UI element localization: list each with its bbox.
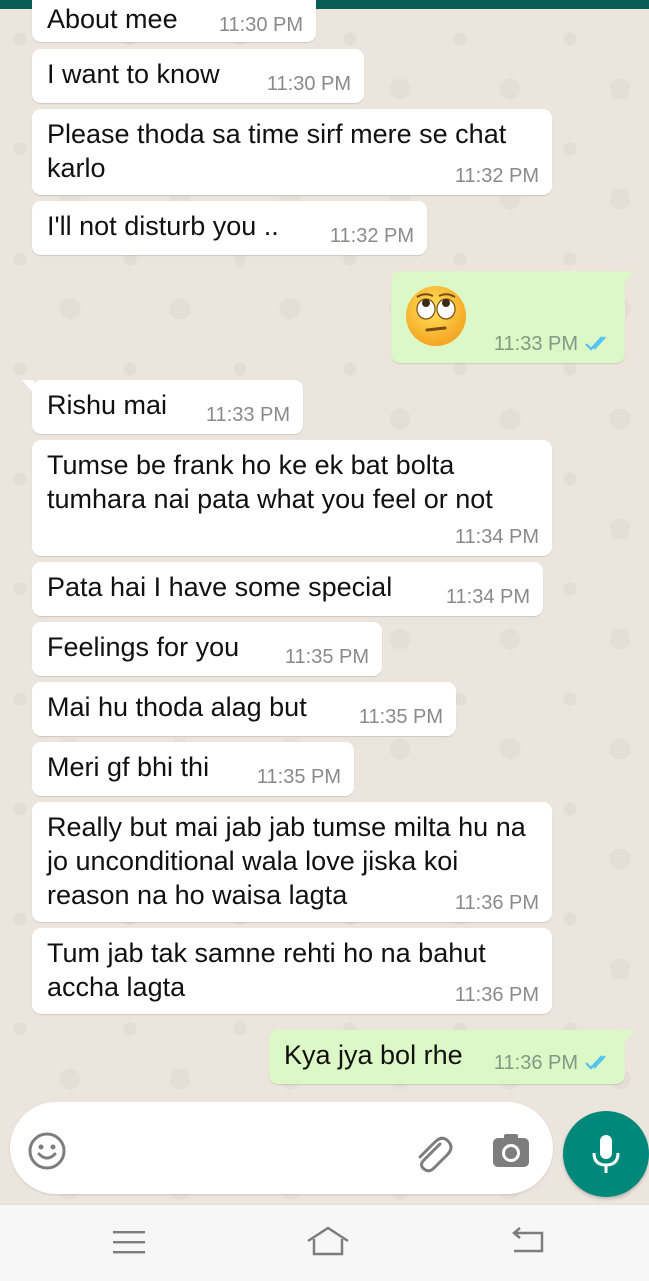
message-time: 11:35 PM — [358, 706, 443, 728]
message-time: 11:30 PM — [218, 14, 303, 36]
message-bubble[interactable]: Pata hai I have some special 11:34 PM — [32, 562, 543, 616]
attach-icon[interactable] — [410, 1132, 454, 1176]
message-text: Tumse be frank ho ke ek bat bolta tumhar… — [47, 450, 493, 514]
message-time: 11:32 PM — [454, 165, 539, 187]
system-navigation-bar — [0, 1204, 649, 1281]
message-composer — [10, 1102, 553, 1194]
mic-icon — [592, 1135, 620, 1173]
message-time: 11:36 PM — [494, 1052, 612, 1075]
message-time: 11:35 PM — [256, 766, 341, 788]
message-bubble-outgoing[interactable]: Kya jya bol rhe 11:36 PM — [269, 1030, 635, 1084]
voice-record-button[interactable] — [563, 1111, 649, 1197]
message-time: 11:33 PM — [494, 333, 612, 356]
camera-icon[interactable] — [492, 1134, 530, 1168]
message-bubble[interactable]: Please thoda sa time sirf mere se chat k… — [32, 109, 552, 195]
face-with-rolling-eyes-emoji — [406, 286, 466, 346]
message-time: 11:36 PM — [454, 892, 539, 914]
read-ticks-icon — [585, 336, 606, 351]
message-time: 11:34 PM — [445, 586, 530, 608]
bubble-tail — [623, 1030, 635, 1044]
message-bubble[interactable]: Mai hu thoda alag but 11:35 PM — [32, 682, 456, 736]
menu-icon[interactable] — [112, 1229, 146, 1255]
message-bubble[interactable]: Tumse be frank ho ke ek bat bolta tumhar… — [32, 440, 552, 556]
home-icon[interactable] — [306, 1225, 350, 1257]
message-bubble[interactable]: Really but mai jab jab tumse milta hu na… — [32, 802, 552, 922]
message-time: 11:36 PM — [454, 984, 539, 1006]
read-ticks-icon — [585, 1055, 606, 1070]
back-icon[interactable] — [510, 1227, 546, 1255]
message-input[interactable] — [86, 1126, 390, 1172]
message-bubble[interactable]: I want to know 11:30 PM — [32, 49, 364, 103]
message-bubble[interactable]: I'll not disturb you .. 11:32 PM — [32, 201, 427, 255]
message-time: 11:33 PM — [205, 404, 290, 426]
message-bubble[interactable]: Tum jab tak samne rehti ho na bahut acch… — [32, 928, 552, 1014]
bubble-tail — [22, 380, 34, 394]
emoji-icon[interactable] — [27, 1131, 67, 1171]
message-bubble[interactable]: Feelings for you 11:35 PM — [32, 622, 382, 676]
message-time: 11:30 PM — [266, 73, 351, 95]
bubble-tail — [623, 271, 635, 285]
message-bubble[interactable]: About mee 11:30 PM — [32, 0, 316, 42]
message-bubble-outgoing[interactable]: 11:33 PM — [391, 271, 635, 363]
message-bubble[interactable]: Meri gf bhi thi 11:35 PM — [32, 742, 354, 796]
message-bubble[interactable]: Rishu mai 11:33 PM — [22, 380, 303, 434]
message-text: Please thoda sa time sirf mere se chat k… — [47, 119, 507, 183]
message-time: 11:34 PM — [454, 526, 539, 548]
message-time: 11:32 PM — [329, 225, 414, 247]
message-time: 11:35 PM — [284, 646, 369, 668]
